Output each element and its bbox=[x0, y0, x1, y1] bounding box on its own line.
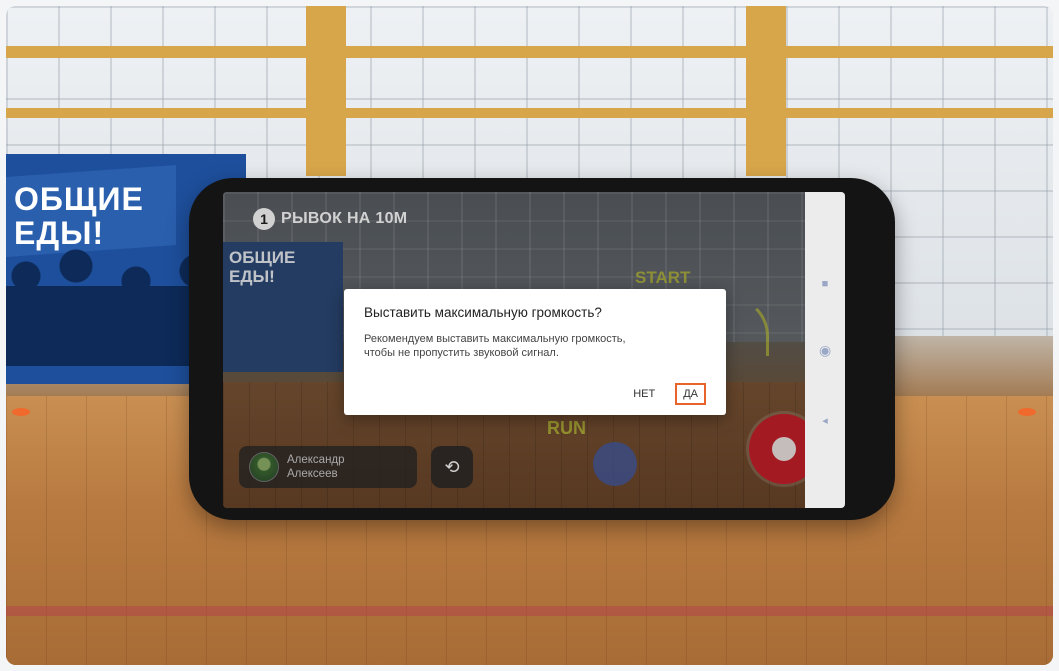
yes-button[interactable]: ДА bbox=[675, 383, 706, 405]
cone bbox=[12, 408, 30, 416]
home-icon[interactable]: ◉ bbox=[819, 342, 831, 359]
gym-photo: ОБЩИЕ ЕДЫ! ОБЩИЕ ЕДЫ! 1 РЫВОК НА 10М STA… bbox=[6, 6, 1053, 665]
cone bbox=[1018, 408, 1036, 416]
pillar bbox=[746, 6, 786, 176]
back-icon[interactable]: ◂ bbox=[819, 414, 831, 427]
roof-beam bbox=[6, 46, 1053, 58]
phone-screen: ОБЩИЕ ЕДЫ! 1 РЫВОК НА 10М START RUN Алек… bbox=[223, 192, 845, 508]
recent-apps-icon[interactable]: ■ bbox=[819, 278, 831, 290]
dialog-actions: НЕТ ДА bbox=[631, 383, 706, 405]
dialog-title: Выставить максимальную громкость? bbox=[364, 305, 602, 320]
court-line bbox=[6, 606, 1053, 616]
android-nav-bar: ■ ◉ ◂ bbox=[805, 192, 845, 508]
dialog-message: Рекомендуем выставить максимальную громк… bbox=[364, 333, 626, 359]
phone-device: ОБЩИЕ ЕДЫ! 1 РЫВОК НА 10М START RUN Алек… bbox=[189, 178, 895, 520]
roof-beam bbox=[6, 108, 1053, 118]
volume-dialog: Выставить максимальную громкость? Рекоме… bbox=[344, 289, 726, 415]
pillar bbox=[306, 6, 346, 176]
no-button[interactable]: НЕТ bbox=[631, 384, 657, 404]
banner-text: ОБЩИЕ ЕДЫ! bbox=[14, 181, 144, 251]
